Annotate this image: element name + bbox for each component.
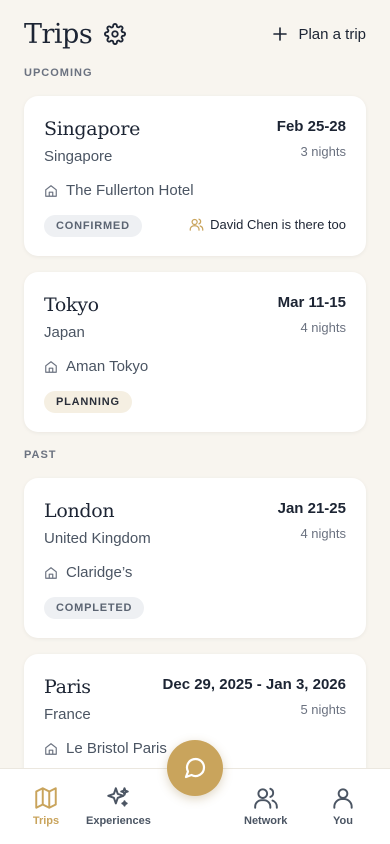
trip-hotel: Claridge’s [44, 564, 132, 581]
trip-hotel-name: Claridge’s [66, 564, 133, 581]
user-icon [333, 788, 353, 809]
status-badge: CONFIRMED [44, 215, 142, 237]
hotel-icon [45, 742, 57, 755]
trip-nights: 5 nights [300, 702, 346, 717]
trip-nights: 4 nights [300, 320, 346, 335]
header: Trips Plan a trip [24, 14, 366, 54]
companion-note: David Chen is there too [189, 217, 346, 232]
nav-experiences[interactable]: Experiences [86, 785, 151, 827]
plus-icon [273, 27, 288, 41]
trip-dates: Feb 25-28 [276, 118, 346, 135]
map-icon [35, 787, 57, 809]
trip-card-london[interactable]: London United Kingdom Jan 21-25 4 nights… [24, 478, 366, 638]
section-past-label: PAST [24, 449, 57, 461]
status-badge: PLANNING [44, 391, 132, 413]
nav-you-label: You [333, 815, 353, 827]
people-icon [253, 787, 278, 809]
hotel-icon [45, 360, 57, 373]
status-badge: COMPLETED [44, 597, 145, 619]
nav-trips-label: Trips [32, 815, 60, 827]
trip-nights: 4 nights [300, 526, 346, 541]
trip-city: Singapore [44, 118, 141, 140]
trip-card-tokyo[interactable]: Tokyo Japan Mar 11-15 4 nights Aman Toky… [24, 272, 366, 432]
title-group: Trips [24, 18, 127, 50]
sparkles-icon [107, 787, 130, 807]
trip-hotel: Aman Tokyo [44, 358, 148, 375]
trip-hotel: Le Bristol Paris [44, 740, 167, 757]
trip-hotel: The Fullerton Hotel [44, 182, 194, 199]
companion-text: David Chen is there too [210, 217, 346, 232]
trip-country: United Kingdom [44, 530, 151, 547]
trip-hotel-name: Le Bristol Paris [66, 740, 167, 757]
nav-you[interactable]: You [330, 785, 356, 827]
trip-dates: Jan 21-25 [277, 500, 346, 517]
trip-hotel-name: Aman Tokyo [66, 358, 149, 375]
plan-trip-button[interactable]: Plan a trip [272, 26, 366, 43]
nav-trips[interactable]: Trips [32, 785, 60, 827]
trip-dates: Dec 29, 2025 - Jan 3, 2026 [162, 676, 346, 693]
section-upcoming-label: UPCOMING [24, 67, 93, 79]
nav-network-label: Network [244, 815, 288, 827]
trip-city: Paris [44, 676, 91, 698]
nav-network[interactable]: Network [244, 785, 287, 827]
hotel-icon [45, 184, 57, 197]
hotel-icon [45, 566, 57, 579]
plan-trip-label: Plan a trip [298, 25, 366, 43]
trip-city: London [44, 500, 115, 522]
trip-country: Japan [44, 324, 85, 341]
settings-button[interactable] [104, 23, 127, 45]
trip-dates: Mar 11-15 [277, 294, 346, 311]
chat-icon [184, 757, 206, 779]
page-title: Trips [24, 18, 93, 50]
chat-button[interactable] [167, 740, 223, 796]
nav-experiences-label: Experiences [86, 815, 151, 827]
trip-country: France [44, 706, 91, 723]
trip-hotel-name: The Fullerton Hotel [66, 182, 194, 199]
trip-country: Singapore [44, 148, 113, 165]
trip-card-singapore[interactable]: Singapore Singapore Feb 25-28 3 nights T… [24, 96, 366, 256]
trip-city: Tokyo [44, 294, 99, 316]
trip-nights: 3 nights [300, 144, 346, 159]
people-icon [189, 218, 204, 231]
gear-icon [104, 23, 127, 45]
